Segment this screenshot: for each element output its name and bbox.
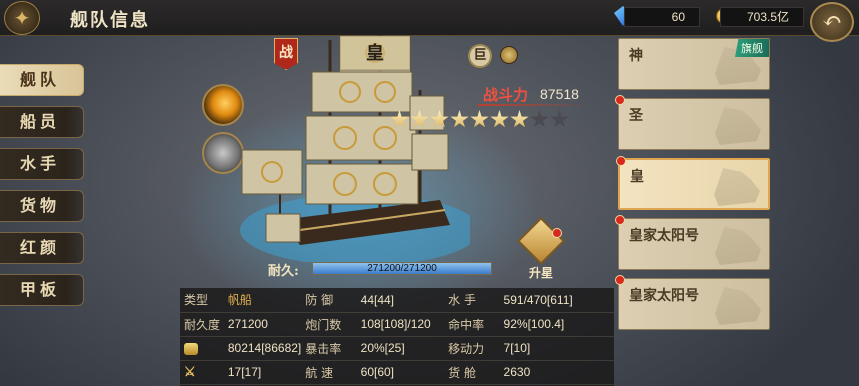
size-badge: 巨 <box>468 44 492 68</box>
stats-row: ⚔ 17[17] 航 速 60[60] 货 舱 2630 <box>180 360 614 385</box>
ship-silhouette-icon <box>715 287 761 325</box>
stat-value: 108[108]/120 <box>356 312 445 337</box>
stat-label: 货 舱 <box>444 360 500 385</box>
star-rating <box>390 110 570 133</box>
stat-value: 20%[25] <box>356 336 445 361</box>
star-filled-icon <box>450 110 469 128</box>
fleet-ship-name: 神 <box>629 48 643 64</box>
stat-value: 帆船 <box>223 288 302 313</box>
stat-value: 17[17] <box>223 360 302 385</box>
ship-stats-panel: 类型 帆船防 御 44[44] 水 手 591/470[611] 耐久度 271200 炮门数… <box>180 288 614 386</box>
power-underline <box>478 104 588 106</box>
stat-label: 航 速 <box>301 360 357 385</box>
stat-value: 80214[86682] <box>223 336 302 361</box>
fleet-ship-name: 皇家太阳号 <box>629 288 699 304</box>
tab-beauties[interactable]: 红颜 <box>0 232 84 264</box>
stat-value: 7[10] <box>499 336 614 361</box>
ship-silhouette-icon <box>715 107 761 145</box>
swap-icon[interactable] <box>500 46 518 64</box>
stat-label: 炮门数 <box>301 312 357 337</box>
page-title: 舰队信息 <box>70 10 150 31</box>
durability-text: 271200/271200 <box>367 263 437 274</box>
left-tab-bar: 舰队 船员 水手 货物 红颜 甲板 <box>0 64 90 316</box>
star-empty-icon <box>550 110 569 128</box>
notification-dot <box>616 156 626 166</box>
fleet-ship-card[interactable]: 圣 <box>615 95 770 150</box>
ship-name-flag: 皇 <box>340 36 410 72</box>
durability-label: 耐久: <box>268 264 299 279</box>
stat-value: 44[44] <box>356 288 445 313</box>
stat-value: 591/470[611] <box>499 288 614 313</box>
notification-dot <box>615 275 625 285</box>
flagship-tag: 旗舰 <box>735 39 769 57</box>
fleet-list: 神旗舰圣皇皇家太阳号 皇家太阳号 <box>615 38 772 338</box>
fleet-ship-card[interactable]: 皇家太阳号 <box>615 275 770 330</box>
stat-label: 移动力 <box>444 336 500 361</box>
tab-fleet[interactable]: 舰队 <box>0 64 84 96</box>
ship-skill-icon[interactable] <box>202 84 244 126</box>
star-filled-icon <box>510 110 529 128</box>
fleet-ship-name: 皇 <box>630 169 644 185</box>
stats-row: 类型 帆船防 御 44[44] 水 手 591/470[611] <box>180 288 614 313</box>
stats-row: 耐久度 271200 炮门数 108[108]/120 命中率 92%[100.4] <box>180 312 614 337</box>
star-filled-icon <box>430 110 449 128</box>
gold-count: 703.5亿 <box>720 7 804 27</box>
back-arrow-icon: ↶ <box>821 7 843 35</box>
stat-label: 暴击率 <box>301 336 357 361</box>
fleet-ship-name: 圣 <box>629 108 643 124</box>
stat-value: 2630 <box>499 360 614 385</box>
cannon-icon <box>184 342 198 355</box>
ship-model-icon[interactable] <box>202 132 244 174</box>
ship-silhouette-icon <box>715 227 761 265</box>
stat-label: 防 御 <box>301 288 357 313</box>
star-filled-icon <box>470 110 489 128</box>
fleet-ship-name: 皇家太阳号 <box>629 228 699 244</box>
fleet-ship-card[interactable]: 皇 <box>616 156 770 210</box>
durability-bar: 271200/271200 <box>312 262 492 275</box>
star-filled-icon <box>490 110 509 128</box>
combat-power-value: 87518 <box>540 86 579 102</box>
compass-icon[interactable]: ✦ <box>4 1 40 35</box>
stat-label: 耐久度 <box>180 312 224 337</box>
fleet-ship-card[interactable]: 皇家太阳号 <box>615 215 770 270</box>
stats-row: 80214[86682] 暴击率 20%[25] 移动力 7[10] <box>180 336 614 361</box>
stat-icon-cell: ⚔ <box>180 360 224 385</box>
notification-dot <box>615 95 625 105</box>
stat-label: 类型 <box>180 288 224 313</box>
star-filled-icon <box>410 110 429 128</box>
upgrade-star-icon <box>516 216 566 266</box>
combat-power-label: 战斗力 <box>483 86 529 104</box>
notification-dot <box>615 215 625 225</box>
star-filled-icon <box>390 110 409 128</box>
stat-icon-cell <box>180 336 224 361</box>
stat-value: 60[60] <box>356 360 445 385</box>
notification-dot <box>552 228 562 238</box>
star-empty-icon <box>530 110 549 128</box>
fleet-ship-card[interactable]: 神 旗舰 <box>618 38 770 90</box>
gem-count: 60 <box>624 7 700 27</box>
crossed-swords-icon: ⚔ <box>184 364 196 380</box>
stat-label: 水 手 <box>444 288 500 313</box>
tab-crew[interactable]: 船员 <box>0 106 84 138</box>
upgrade-star-button[interactable]: 升星 <box>516 216 566 280</box>
stat-value: 92%[100.4] <box>499 312 614 337</box>
tab-cargo[interactable]: 货物 <box>0 190 84 222</box>
stat-value: 271200 <box>223 312 302 337</box>
back-button[interactable]: ↶ <box>810 2 854 42</box>
stat-label: 命中率 <box>444 312 500 337</box>
tab-deck[interactable]: 甲板 <box>0 274 84 306</box>
tab-sailors[interactable]: 水手 <box>0 148 84 180</box>
ship-silhouette-icon <box>714 168 760 206</box>
upgrade-star-label: 升星 <box>528 266 553 280</box>
